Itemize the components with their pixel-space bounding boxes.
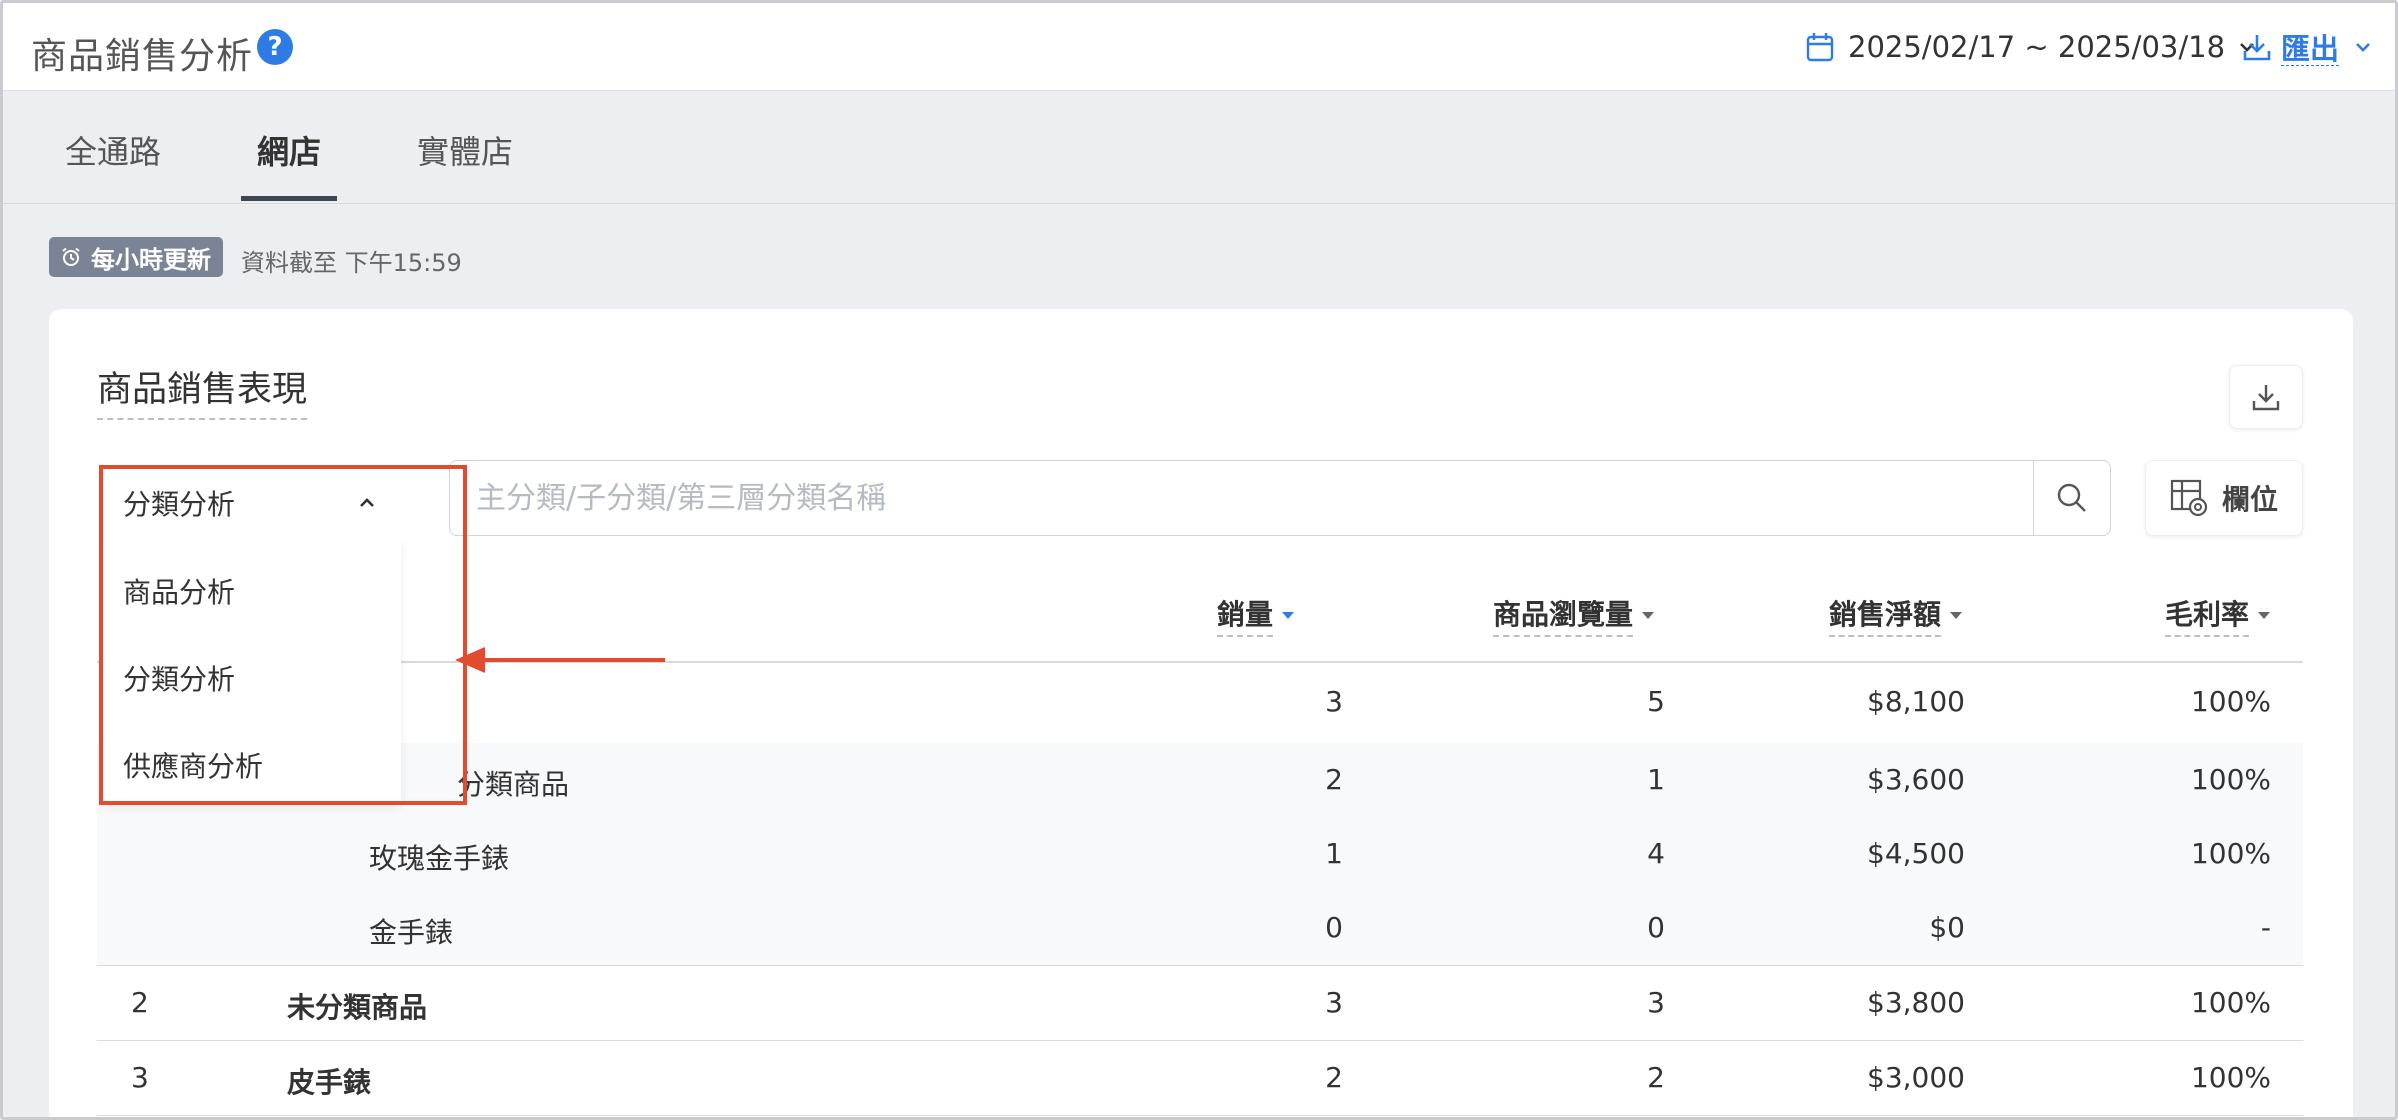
rank-cell: 3 bbox=[131, 1061, 149, 1094]
table-row[interactable]: 3 5 $8,100 100% bbox=[97, 663, 2303, 743]
margin-cell: 100% bbox=[2190, 1061, 2271, 1094]
margin-cell: 100% bbox=[2190, 763, 2271, 796]
date-range-text: 2025/02/17 ~ 2025/03/18 bbox=[1848, 30, 2226, 64]
annotation-arrow-icon bbox=[455, 647, 665, 673]
app-window: 商品銷售分析 ? 2025/02/17 ~ 2025/03/18 匯出 全通路 … bbox=[0, 0, 2398, 1120]
sort-desc-icon bbox=[1642, 612, 1655, 619]
download-icon bbox=[2243, 35, 2271, 61]
name-cell: 金手錶 bbox=[369, 916, 454, 949]
page-title: 商品銷售分析 bbox=[31, 36, 254, 77]
analysis-type-select[interactable]: 分類分析 bbox=[103, 465, 401, 541]
margin-cell: 100% bbox=[2190, 986, 2271, 1019]
net-sales-cell: $3,600 bbox=[1867, 763, 1965, 796]
columns-button-label: 欄位 bbox=[2221, 483, 2278, 516]
table-row[interactable]: 分類商品 2 1 $3,600 100% bbox=[97, 743, 2303, 817]
table-row[interactable]: 玫瑰金手錶 1 4 $4,500 100% bbox=[97, 817, 2303, 891]
qty-cell: 3 bbox=[1325, 986, 1343, 1019]
name-cell: 未分類商品 bbox=[287, 991, 428, 1024]
export-button[interactable]: 匯出 bbox=[2243, 27, 2371, 67]
margin-cell: 100% bbox=[2190, 685, 2271, 718]
columns-button[interactable]: 欄位 bbox=[2145, 460, 2303, 536]
views-cell: 0 bbox=[1647, 911, 1665, 944]
chevron-down-icon bbox=[2356, 43, 2370, 52]
channel-tabs: 全通路 網店 實體店 bbox=[3, 91, 2395, 204]
product-sales-card: 商品銷售表現 欄位 bbox=[49, 309, 2353, 1117]
name-cell: 分類商品 bbox=[457, 768, 570, 801]
table-row[interactable]: 金手錶 0 0 $0 - bbox=[97, 891, 2303, 965]
help-icon[interactable]: ? bbox=[257, 29, 293, 65]
column-header-gross-margin[interactable]: 毛利率 bbox=[2165, 593, 2271, 637]
name-cell: 玫瑰金手錶 bbox=[369, 842, 510, 875]
qty-cell: 2 bbox=[1325, 1061, 1343, 1094]
date-range-picker[interactable]: 2025/02/17 ~ 2025/03/18 bbox=[1806, 27, 2255, 67]
dropdown-option-supplier-analysis[interactable]: 供應商分析 bbox=[123, 745, 263, 785]
sort-desc-icon bbox=[2258, 612, 2271, 619]
export-label: 匯出 bbox=[2281, 32, 2340, 66]
column-header-product-views[interactable]: 商品瀏覽量 bbox=[1493, 593, 1655, 637]
net-sales-cell: $4,500 bbox=[1867, 837, 1965, 870]
calendar-icon bbox=[1806, 33, 1834, 62]
search-button[interactable] bbox=[2033, 460, 2111, 536]
chevron-up-icon bbox=[360, 498, 374, 507]
tab-online-store[interactable]: 網店 bbox=[257, 127, 321, 173]
top-header: 商品銷售分析 ? 2025/02/17 ~ 2025/03/18 匯出 bbox=[3, 3, 2395, 91]
name-cell: 皮手錶 bbox=[287, 1066, 372, 1099]
data-as-of-text: 資料截至 下午15:59 bbox=[241, 249, 462, 277]
net-sales-cell: $3,000 bbox=[1867, 1061, 1965, 1094]
views-cell: 4 bbox=[1647, 837, 1665, 870]
download-icon bbox=[2252, 385, 2280, 411]
category-search-input[interactable] bbox=[449, 460, 2035, 536]
net-sales-cell: $8,100 bbox=[1867, 685, 1965, 718]
net-sales-cell: $3,800 bbox=[1867, 986, 1965, 1019]
analysis-type-selected: 分類分析 bbox=[123, 488, 236, 521]
qty-cell: 1 bbox=[1325, 837, 1343, 870]
views-cell: 1 bbox=[1647, 763, 1665, 796]
alarm-clock-icon bbox=[62, 247, 80, 266]
dropdown-option-product-analysis[interactable]: 商品分析 bbox=[123, 571, 235, 611]
qty-cell: 3 bbox=[1325, 685, 1343, 718]
card-download-button[interactable] bbox=[2229, 365, 2303, 429]
qty-cell: 2 bbox=[1325, 763, 1343, 796]
tab-all-channels[interactable]: 全通路 bbox=[65, 127, 161, 173]
table-row[interactable]: 2 未分類商品 3 3 $3,800 100% bbox=[97, 965, 2303, 1040]
analysis-type-dropdown: 商品分析 分類分析 供應商分析 bbox=[103, 541, 401, 803]
margin-cell: - bbox=[2260, 911, 2271, 944]
sort-desc-icon bbox=[1950, 612, 1963, 619]
table-row[interactable]: 3 皮手錶 2 2 $3,000 100% bbox=[97, 1040, 2303, 1116]
views-cell: 3 bbox=[1647, 986, 1665, 1019]
qty-cell: 0 bbox=[1325, 911, 1343, 944]
column-header-net-sales[interactable]: 銷售淨額 bbox=[1829, 593, 1963, 637]
card-title: 商品銷售表現 bbox=[97, 361, 308, 420]
tab-physical-store[interactable]: 實體店 bbox=[417, 127, 513, 173]
active-tab-indicator bbox=[241, 196, 337, 201]
column-header-quantity[interactable]: 銷量 bbox=[1217, 593, 1295, 637]
sort-desc-icon bbox=[1282, 612, 1295, 619]
dropdown-option-category-analysis[interactable]: 分類分析 bbox=[123, 658, 235, 698]
update-frequency-badge: 每小時更新 bbox=[49, 237, 223, 277]
rank-cell: 2 bbox=[131, 986, 149, 1019]
column-settings-icon bbox=[2170, 479, 2208, 517]
views-cell: 5 bbox=[1647, 685, 1665, 718]
views-cell: 2 bbox=[1647, 1061, 1665, 1094]
net-sales-cell: $0 bbox=[1929, 911, 1965, 944]
search-icon bbox=[2057, 483, 2086, 512]
margin-cell: 100% bbox=[2190, 837, 2271, 870]
update-badge-text: 每小時更新 bbox=[91, 245, 211, 274]
